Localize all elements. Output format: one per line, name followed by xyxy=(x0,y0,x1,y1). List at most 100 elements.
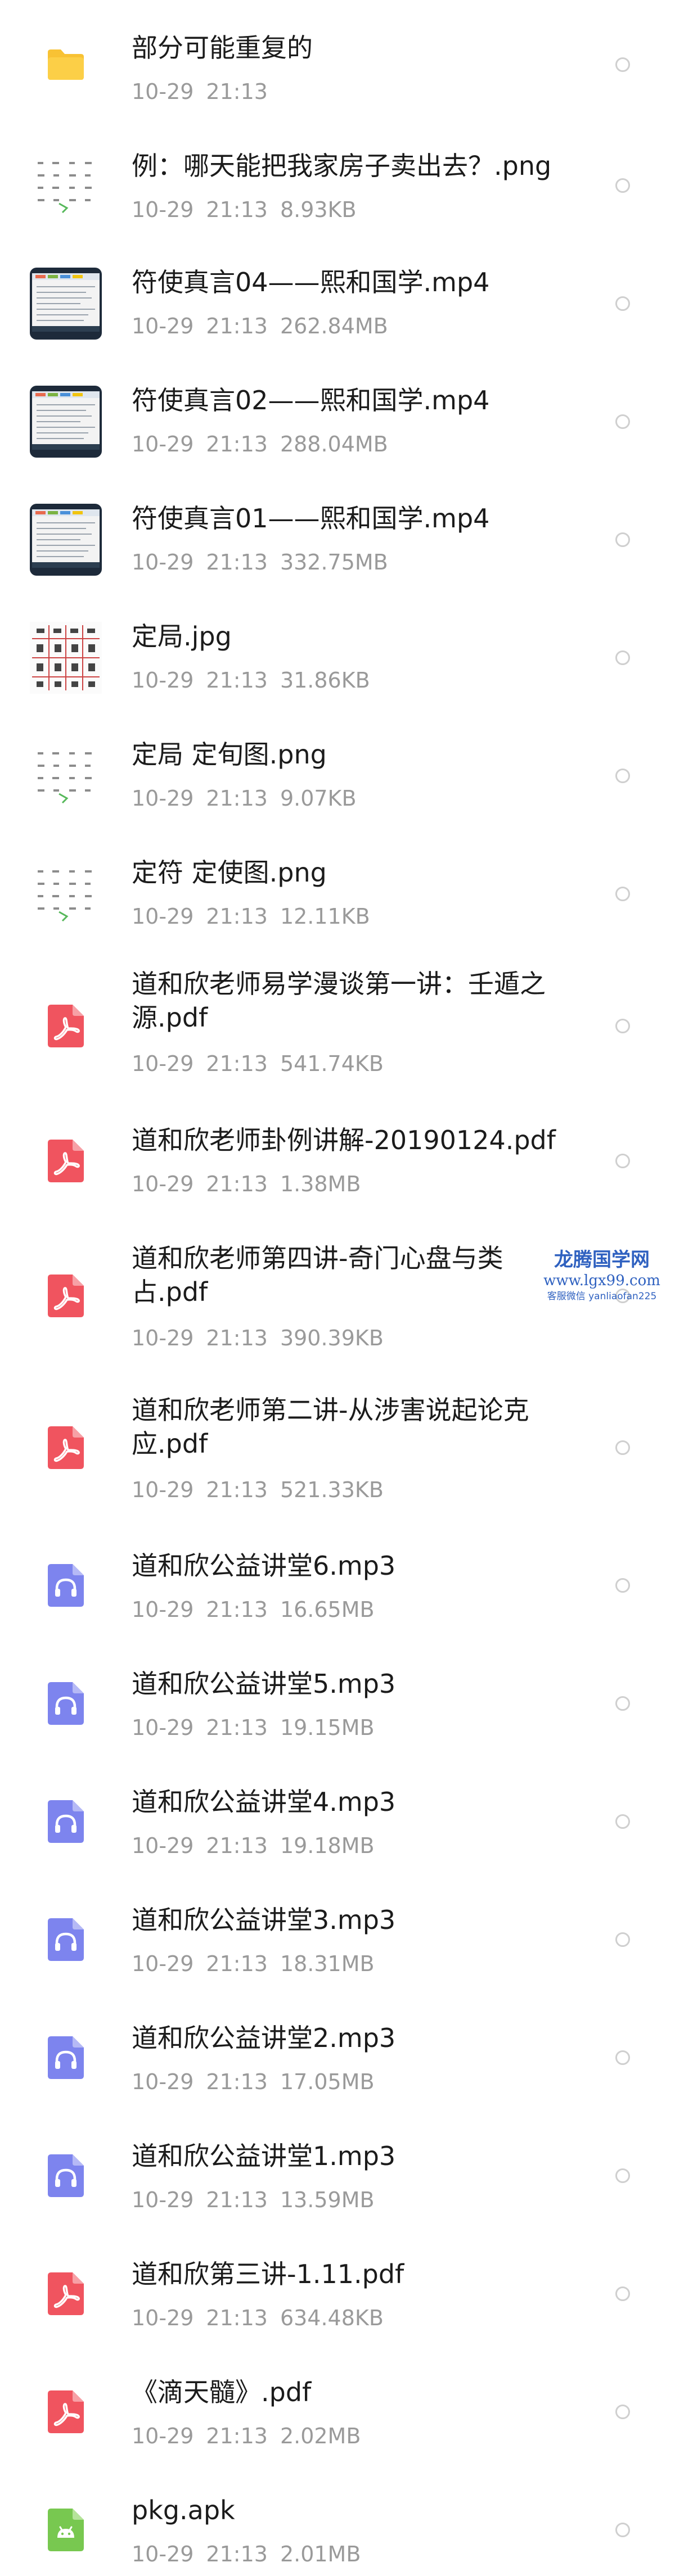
audio-icon xyxy=(48,1918,84,1961)
select-radio[interactable] xyxy=(615,296,630,311)
file-thumbnail xyxy=(29,1785,102,1858)
audio-icon xyxy=(48,2154,84,2197)
file-meta: 10-29 21:13 18.31MB xyxy=(132,1950,375,1978)
file-name: 定局.jpg xyxy=(132,621,232,652)
folder-thumbnail xyxy=(29,28,102,101)
file-meta: 10-29 21:13 9.07KB xyxy=(132,784,357,812)
select-radio[interactable] xyxy=(615,1154,630,1168)
file-size: 2.02MB xyxy=(280,2424,361,2448)
file-time: 21:13 xyxy=(206,1597,268,1622)
file-meta: 10-29 21:13 19.18MB xyxy=(132,1832,375,1860)
file-date: 10-29 xyxy=(132,197,194,222)
file-name: 道和欣公益讲堂5.mp3 xyxy=(132,1669,396,1699)
file-name: 道和欣老师易学漫谈第一讲：壬遁之 源.pdf xyxy=(132,969,546,1033)
file-meta: 10-29 21:13 8.93KB xyxy=(132,196,357,224)
pdf-icon xyxy=(48,1275,84,1317)
file-name: 部分可能重复的 xyxy=(132,33,313,63)
file-thumbnail xyxy=(29,2021,102,2094)
file-time: 21:13 xyxy=(206,550,268,575)
file-thumbnail xyxy=(29,149,102,222)
select-radio[interactable] xyxy=(615,1578,630,1593)
file-thumbnail xyxy=(29,1124,102,1197)
select-radio[interactable] xyxy=(615,2523,630,2537)
android-icon xyxy=(48,2509,84,2551)
select-radio[interactable] xyxy=(615,532,630,547)
file-time: 21:13 xyxy=(206,1172,268,1196)
select-radio[interactable] xyxy=(615,1932,630,1947)
file-name: 道和欣公益讲堂4.mp3 xyxy=(132,1787,396,1817)
file-thumbnail xyxy=(29,621,102,694)
file-time: 21:13 xyxy=(206,2424,268,2448)
file-size: 19.15MB xyxy=(280,1715,375,1740)
file-meta: 10-29 21:13 288.04MB xyxy=(132,430,388,458)
file-date: 10-29 xyxy=(132,2306,194,2330)
video-thumbnail xyxy=(30,386,102,458)
select-radio[interactable] xyxy=(615,1814,630,1829)
file-meta: 10-29 21:13 19.15MB xyxy=(132,1714,375,1742)
select-radio[interactable] xyxy=(615,1440,630,1455)
select-radio[interactable] xyxy=(615,887,630,901)
image-thumbnail xyxy=(30,740,102,812)
select-radio[interactable] xyxy=(615,1019,630,1033)
file-time: 21:13 xyxy=(206,2542,268,2566)
file-time: 21:13 xyxy=(206,314,268,338)
file-time: 21:13 xyxy=(206,1715,268,1740)
select-radio[interactable] xyxy=(615,57,630,72)
file-meta: 10-29 21:13 12.11KB xyxy=(132,902,370,930)
pdf-icon xyxy=(48,1005,84,1047)
file-date: 10-29 xyxy=(132,1951,194,1976)
pdf-icon xyxy=(48,2390,84,2433)
file-time: 21:13 xyxy=(206,1833,268,1858)
file-name: 道和欣老师卦例讲解-20190124.pdf xyxy=(132,1125,556,1155)
file-name: 符使真言04——熙和国学.mp4 xyxy=(132,267,490,297)
select-radio[interactable] xyxy=(615,769,630,783)
file-size: 1.38MB xyxy=(280,1172,361,1196)
file-time: 21:13 xyxy=(206,1326,268,1350)
file-size: 12.11KB xyxy=(280,904,370,929)
file-thumbnail xyxy=(29,503,102,576)
file-date: 10-29 xyxy=(132,1172,194,1196)
file-thumbnail xyxy=(29,1411,102,1484)
select-radio[interactable] xyxy=(615,2405,630,2419)
file-time: 21:13 xyxy=(206,432,268,457)
file-meta: 10-29 21:13 541.74KB xyxy=(132,1050,384,1078)
file-size: 18.31MB xyxy=(280,1951,375,1976)
file-meta: 10-29 21:13 13.59MB xyxy=(132,2186,375,2214)
file-date: 10-29 xyxy=(132,904,194,929)
file-meta: 10-29 21:13 634.48KB xyxy=(132,2304,384,2332)
file-meta: 10-29 21:13 1.38MB xyxy=(132,1170,361,1198)
file-meta: 10-29 21:13 31.86KB xyxy=(132,666,370,694)
audio-icon xyxy=(48,1564,84,1607)
file-meta: 10-29 21:13 390.39KB xyxy=(132,1324,384,1352)
file-name: 《滴天髓》.pdf xyxy=(132,2377,312,2407)
select-radio[interactable] xyxy=(615,2050,630,2065)
video-thumbnail xyxy=(30,268,102,340)
file-size: 8.93KB xyxy=(280,197,357,222)
audio-icon xyxy=(48,1800,84,1843)
file-name: 道和欣公益讲堂6.mp3 xyxy=(132,1551,396,1581)
file-size: 31.86KB xyxy=(280,668,370,693)
file-size: 541.74KB xyxy=(280,1051,384,1076)
file-time: 21:13 xyxy=(206,1051,268,1076)
file-size: 521.33KB xyxy=(280,1477,384,1502)
select-radio[interactable] xyxy=(615,414,630,429)
file-size: 2.01MB xyxy=(280,2542,361,2566)
select-radio[interactable] xyxy=(615,1696,630,1711)
file-time: 21:13 xyxy=(206,2069,268,2094)
file-meta: 10-29 21:13 2.02MB xyxy=(132,2422,361,2450)
select-radio[interactable] xyxy=(615,178,630,193)
file-date: 10-29 xyxy=(132,1597,194,1622)
file-name: 例：哪天能把我家房子卖出去？.png xyxy=(132,151,552,181)
file-thumbnail xyxy=(29,385,102,458)
file-name: 符使真言01——熙和国学.mp4 xyxy=(132,503,490,534)
file-date: 10-29 xyxy=(132,2542,194,2566)
select-radio[interactable] xyxy=(615,2286,630,2301)
file-time: 21:13 xyxy=(206,668,268,693)
select-radio[interactable] xyxy=(615,650,630,665)
pdf-icon xyxy=(48,1140,84,1182)
file-name: 道和欣第三讲-1.11.pdf xyxy=(132,2259,404,2289)
select-radio[interactable] xyxy=(615,2168,630,2183)
file-thumbnail xyxy=(29,1549,102,1622)
file-time: 21:13 xyxy=(206,2306,268,2330)
file-thumbnail xyxy=(29,1903,102,1976)
